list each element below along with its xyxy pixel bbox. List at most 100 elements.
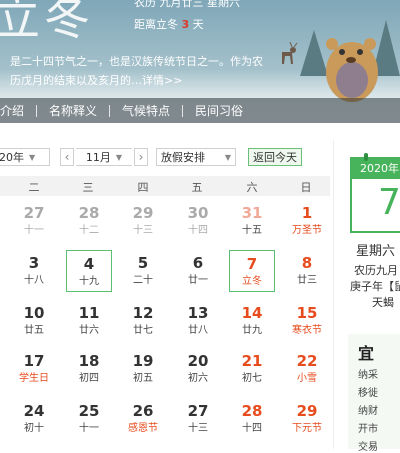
holiday-select[interactable]: 放假安排 ▼ <box>156 148 236 166</box>
calendar-day-cell[interactable]: 21 初七 <box>229 348 275 390</box>
lunar-label: 十一 <box>24 225 44 236</box>
calendar-day-cell[interactable]: 8 廿三 <box>284 250 330 292</box>
yi-item: 纳采 <box>358 370 378 381</box>
day-number: 27 <box>23 204 45 222</box>
lunar-label: 十二 <box>79 225 99 236</box>
calendar-day-cell[interactable]: 22 小雪 <box>284 348 330 390</box>
calendar-day-cell[interactable]: 31 十五 <box>229 200 275 242</box>
lunar-label: 廿六 <box>79 325 99 336</box>
lunar-label: 万圣节 <box>292 225 322 236</box>
calendar-day-cell[interactable]: 12 廿七 <box>120 300 166 342</box>
calendar-day-cell[interactable]: 6 廿一 <box>175 250 221 292</box>
calendar-day-cell[interactable]: 30 十四 <box>175 200 221 242</box>
lunar-label: 廿一 <box>188 275 208 286</box>
calendar-day-cell[interactable]: 17 学生日 <box>11 348 57 390</box>
lunar-label: 十八 <box>24 275 44 286</box>
yi-item: 交易 <box>358 442 378 453</box>
lunar-label: 十三 <box>133 225 153 236</box>
calendar-day-cell[interactable]: 18 初四 <box>66 348 112 390</box>
day-number: 27 <box>187 402 209 420</box>
calendar-day-cell[interactable]: 11 廿六 <box>66 300 112 342</box>
day-number: 29 <box>132 204 154 222</box>
lunar-label: 初七 <box>242 373 262 384</box>
banner-nav: 介绍 名称释义 气候特点 民间习俗 <box>0 98 400 123</box>
chevron-down-icon: ▼ <box>224 152 231 162</box>
day-number: 24 <box>23 402 45 420</box>
calendar-toolbar: 20年 ▼ ‹ 11月 ▼ › 放假安排 ▼ 返回今天 <box>0 146 302 168</box>
calendar-day-cell[interactable]: 19 初五 <box>120 348 166 390</box>
back-to-today-button[interactable]: 返回今天 <box>248 148 302 166</box>
holiday-value: 放假安排 <box>161 151 205 164</box>
calendar-day-cell[interactable]: 1 万圣节 <box>284 200 330 242</box>
prev-month-button[interactable]: ‹ <box>60 148 74 166</box>
day-number: 28 <box>241 402 263 420</box>
weekday-label: 四 <box>137 181 149 194</box>
calendar-day-cell[interactable]: 4 十九 <box>66 250 112 292</box>
description-text: 是二十四节气之一，也是汉族传统节日之一。作为农历戊月的结束以及亥月的… <box>10 55 263 87</box>
selected-ganzhi: 庚子年【鼠 <box>350 280 400 293</box>
day-number: 13 <box>187 304 209 322</box>
year-select[interactable]: 20年 ▼ <box>0 148 50 166</box>
calendar-day-cell[interactable]: 25 十一 <box>66 398 112 440</box>
calendar-day-cell[interactable]: 5 二十 <box>120 250 166 292</box>
solar-term-banner: 立冬 农历 九月廿三 星期六 距离立冬 3 天 是二十四节气之一，也是汉族传统节… <box>0 0 400 123</box>
calendar-day-cell[interactable]: 27 十一 <box>11 200 57 242</box>
calendar-day-cell[interactable]: 7 立冬 <box>229 250 275 292</box>
lunar-label: 十九 <box>79 276 99 287</box>
calendar-day-cell[interactable]: 28 十二 <box>66 200 112 242</box>
calendar-day-cell[interactable]: 15 寒衣节 <box>284 300 330 342</box>
day-number: 19 <box>132 352 154 370</box>
day-number: 17 <box>23 352 45 370</box>
calendar-day-cell[interactable]: 26 感恩节 <box>120 398 166 440</box>
calendar-day-cell[interactable]: 29 下元节 <box>284 398 330 440</box>
day-number: 22 <box>296 352 318 370</box>
calendar-day-cell[interactable]: 24 初十 <box>11 398 57 440</box>
selected-weekday: 星期六 <box>356 244 396 259</box>
calendar-day-cell[interactable]: 28 十四 <box>229 398 275 440</box>
weekday-label: 六 <box>246 181 258 194</box>
lunar-label: 寒衣节 <box>292 325 322 336</box>
lunar-label: 二十 <box>133 275 153 286</box>
nav-name-meaning[interactable]: 名称释义 <box>37 102 109 119</box>
day-number: 14 <box>241 304 263 322</box>
day-number: 30 <box>187 204 209 222</box>
day-number: 20 <box>187 352 209 370</box>
calendar-day-cell[interactable]: 3 十八 <box>11 250 57 292</box>
selected-date-card: 2020年1 7 <box>350 153 400 233</box>
weekday-label: 三 <box>82 181 94 194</box>
bear-illustration <box>326 38 378 102</box>
selected-lunar-date: 农历九月 <box>354 264 398 277</box>
countdown-suffix: 天 <box>192 18 204 31</box>
weekday-label: 二 <box>28 181 40 194</box>
calendar-day-cell[interactable]: 29 十三 <box>120 200 166 242</box>
lunar-label: 立冬 <box>242 276 262 287</box>
lunar-label: 感恩节 <box>128 423 158 434</box>
day-number: 3 <box>28 254 40 272</box>
month-value: 11月 <box>85 151 111 164</box>
calendar-day-cell[interactable]: 27 十三 <box>175 398 221 440</box>
nav-climate[interactable]: 气候特点 <box>110 102 182 119</box>
day-number: 8 <box>301 254 313 272</box>
banner-countdown: 距离立冬 3 天 <box>134 16 204 32</box>
chevron-down-icon: ▼ <box>115 152 123 162</box>
chevron-left-icon: ‹ <box>64 150 70 164</box>
day-number: 4 <box>83 255 95 273</box>
nav-customs[interactable]: 民间习俗 <box>183 102 255 119</box>
lunar-label: 十一 <box>79 423 99 434</box>
lunar-label: 廿五 <box>24 325 44 336</box>
lunar-label: 十三 <box>188 423 208 434</box>
details-link[interactable]: 详情>> <box>142 74 182 87</box>
weekday-label: 日 <box>300 181 312 194</box>
chevron-down-icon: ▼ <box>29 152 36 162</box>
day-number: 21 <box>241 352 263 370</box>
month-select[interactable]: 11月 ▼ <box>76 148 132 166</box>
yi-item: 移徙 <box>358 388 378 399</box>
nav-intro[interactable]: 介绍 <box>0 102 36 119</box>
lunar-label: 初五 <box>133 373 153 384</box>
calendar-day-cell[interactable]: 10 廿五 <box>11 300 57 342</box>
calendar-day-cell[interactable]: 14 廿九 <box>229 300 275 342</box>
calendar-day-cell[interactable]: 20 初六 <box>175 348 221 390</box>
calendar-day-cell[interactable]: 13 廿八 <box>175 300 221 342</box>
lunar-label: 十四 <box>188 225 208 236</box>
next-month-button[interactable]: › <box>134 148 148 166</box>
